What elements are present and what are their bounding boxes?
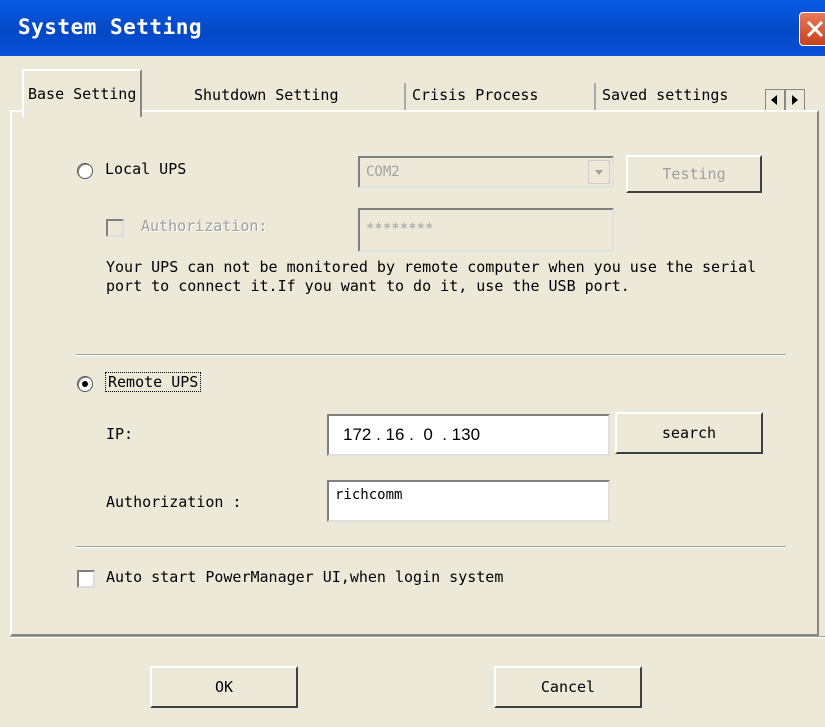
serial-port-note: Your UPS can not be monitored by remote … bbox=[106, 258, 757, 295]
divider bbox=[76, 354, 786, 356]
tab-shutdown-setting[interactable]: Shutdown Setting bbox=[190, 75, 343, 115]
footer-divider bbox=[10, 636, 825, 638]
tab-scroll-right-button[interactable] bbox=[785, 89, 805, 111]
tab-separator bbox=[404, 83, 406, 111]
tab-saved-settings[interactable]: Saved settings bbox=[598, 75, 754, 115]
title-bar[interactable]: System Setting bbox=[0, 0, 825, 56]
window-title: System Setting bbox=[18, 15, 203, 39]
divider bbox=[76, 546, 786, 548]
local-authorization-label: Authorization: bbox=[141, 217, 268, 235]
autostart-label: Auto start PowerManager UI,when login sy… bbox=[106, 568, 504, 586]
ok-button[interactable]: OK bbox=[150, 666, 298, 708]
local-ups-label: Local UPS bbox=[105, 160, 187, 178]
autostart-checkbox[interactable] bbox=[77, 570, 95, 588]
remote-ups-radio[interactable] bbox=[77, 376, 93, 392]
close-icon bbox=[806, 20, 824, 38]
ip-address-field[interactable]: 172 . 16 . 0 . 130 bbox=[327, 414, 610, 456]
ip-label: IP: bbox=[106, 425, 134, 443]
chevron-down-icon bbox=[595, 170, 603, 175]
close-button[interactable] bbox=[799, 12, 825, 46]
local-ups-radio[interactable] bbox=[77, 163, 93, 179]
com-port-value: COM2 bbox=[366, 164, 400, 180]
system-setting-window: System Setting Base Setting Shutdown Set… bbox=[0, 0, 825, 727]
arrow-left-icon bbox=[771, 95, 777, 105]
tab-scroll-left-button[interactable] bbox=[765, 89, 785, 111]
testing-button[interactable]: Testing bbox=[626, 155, 762, 193]
remote-authorization-label: Authorization : bbox=[106, 493, 242, 511]
cancel-button[interactable]: Cancel bbox=[494, 666, 642, 708]
tab-crisis-process[interactable]: Crisis Process bbox=[408, 75, 543, 115]
local-authorization-checkbox[interactable] bbox=[106, 219, 124, 237]
dropdown-button[interactable] bbox=[588, 160, 610, 184]
remote-ups-label: Remote UPS bbox=[105, 372, 202, 392]
local-authorization-field[interactable]: ******** bbox=[358, 208, 614, 252]
tab-separator bbox=[594, 83, 596, 111]
remote-authorization-field[interactable]: richcomm bbox=[327, 480, 610, 522]
arrow-right-icon bbox=[792, 95, 798, 105]
search-button[interactable]: search bbox=[615, 412, 763, 454]
tab-base-setting[interactable]: Base Setting bbox=[22, 69, 143, 117]
com-port-select[interactable]: COM2 bbox=[358, 156, 614, 188]
